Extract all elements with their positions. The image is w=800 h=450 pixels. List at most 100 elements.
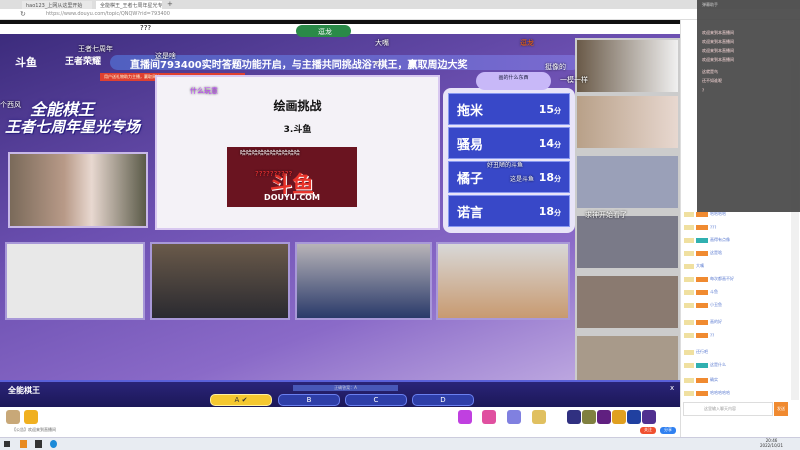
player-webcam xyxy=(436,242,570,320)
gift-icon[interactable] xyxy=(582,410,596,424)
gift-icon[interactable] xyxy=(532,410,546,424)
overlay-row: 还不如谁呢 xyxy=(702,78,722,83)
option-b-button[interactable]: B xyxy=(278,394,340,406)
chat-message: 画的好 xyxy=(684,318,784,326)
option-d-button[interactable]: D xyxy=(412,394,474,406)
chat-input[interactable]: 这里输入聊天内容 xyxy=(683,402,773,416)
overlay-row: ? xyxy=(702,88,705,93)
chat-message: 大嘴 xyxy=(684,262,784,270)
overlay-row: 欢迎来到本直播间 xyxy=(702,48,734,53)
app-icon[interactable] xyxy=(20,440,27,448)
danmaku: 哈哈哈哈哈哈哈哈哈哈 xyxy=(240,150,301,157)
douyu-image-domain: DOUYU.COM xyxy=(264,193,320,202)
gift-icon[interactable] xyxy=(24,410,38,424)
danmaku: 好丑陋的斗鱼 xyxy=(487,162,524,169)
side-webcams xyxy=(575,38,680,380)
chat-message: 画得有点像 xyxy=(684,236,784,244)
taskbar-clock[interactable]: 20:46 2022/10/21 xyxy=(760,438,783,448)
side-webcam xyxy=(577,156,678,208)
new-tab-icon[interactable]: + xyxy=(167,0,173,8)
player-webcam-whiteboard xyxy=(5,242,145,320)
video-stream[interactable]: 逗龙 斗鱼 王者荣耀 王者七周年 直播间793400实时答题功能开启，与主播共同… xyxy=(0,24,680,380)
danmaku: 这是啥 xyxy=(155,52,176,60)
danmaku: 大嘴 xyxy=(375,39,389,47)
notice-text: 【公告】欢迎来到直播间 xyxy=(12,427,56,432)
chat-message: 小丑鱼 xyxy=(684,301,784,309)
overlay-row: 欢迎来到本直播间 xyxy=(702,57,734,62)
chat-message: 确实 xyxy=(684,376,784,384)
side-webcam xyxy=(577,336,678,380)
option-label: A xyxy=(234,396,240,404)
url-text[interactable]: https://www.douyu.com/topic/QNQW?rid=793… xyxy=(46,11,170,17)
side-webcam xyxy=(577,216,678,268)
danmaku: ??? xyxy=(140,24,152,32)
player-score: 18 xyxy=(538,204,554,218)
close-quiz-button[interactable]: x xyxy=(670,384,674,392)
reload-icon[interactable]: ↻ xyxy=(20,10,26,18)
player-score: 15 xyxy=(538,102,554,116)
start-icon[interactable] xyxy=(4,441,10,447)
gift-icon[interactable] xyxy=(567,410,581,424)
tab-douyu[interactable]: 全能棋王_王者七周年星光专场 xyxy=(96,1,162,9)
overlay-row: 欢迎来到本直播间 xyxy=(702,39,734,44)
player-name: 拖米 xyxy=(457,103,484,119)
score-row: 诺言 18分 xyxy=(448,195,570,227)
quiz-panel: 全能棋王 正确答案：A A ✔ B C D x xyxy=(0,380,680,407)
chat-message: 这是什么 xyxy=(684,361,784,369)
overlay-row: 这就是鸟 xyxy=(702,69,718,74)
board-question: 3.斗鱼 xyxy=(283,125,312,135)
player-name: 诺言 xyxy=(457,205,484,221)
anniv-label: 王者七周年 xyxy=(78,45,113,53)
gift-icon[interactable] xyxy=(458,410,472,424)
gift-icon[interactable] xyxy=(6,410,20,424)
chat-message: 还行吧 xyxy=(684,348,784,356)
chat-message: ?? xyxy=(684,331,784,339)
scoreboard-caption: 画的什么东西 xyxy=(476,72,551,90)
danmaku: 求神开始看了 xyxy=(585,211,627,219)
score-row: 骚易 14分 xyxy=(448,127,570,159)
host-webcam xyxy=(8,152,148,228)
danmaku: 个西风 xyxy=(0,101,21,109)
gift-icon[interactable] xyxy=(482,410,496,424)
send-button[interactable]: 发送 xyxy=(774,402,788,416)
player-webcam xyxy=(295,242,432,320)
overlay-title: 弹幕助手 xyxy=(702,2,718,7)
tab-hao123[interactable]: hao123_上网从这里开始 xyxy=(22,1,92,9)
side-webcam xyxy=(577,96,678,148)
score-unit: 分 xyxy=(554,208,561,217)
gift-icon[interactable] xyxy=(627,410,641,424)
danmaku: 一模一样 xyxy=(560,76,588,84)
option-c-button[interactable]: C xyxy=(345,394,407,406)
gift-icon[interactable] xyxy=(612,410,626,424)
quiz-hint: 正确答案：A xyxy=(293,385,398,391)
option-a-button[interactable]: A ✔ xyxy=(210,394,272,406)
score-unit: 分 xyxy=(554,106,561,115)
edge-icon[interactable] xyxy=(50,440,57,448)
player-score: 14 xyxy=(538,136,554,150)
share-button[interactable]: 分享 xyxy=(660,427,676,434)
danmaku: ? xyxy=(375,60,379,68)
score-row: 拖米 15分 xyxy=(448,93,570,125)
danmaku-assistant-overlay: 弹幕助手 欢迎来到本直播间 欢迎来到本直播间 欢迎来到本直播间 欢迎来到本直播间… xyxy=(697,0,800,212)
gift-icon[interactable] xyxy=(597,410,611,424)
chat-message: 每次都画不好 xyxy=(684,275,784,283)
gift-icon[interactable] xyxy=(642,410,656,424)
danmaku: 挺像的 xyxy=(545,63,566,71)
event-subtitle: 王者七周年星光专场 xyxy=(5,118,141,136)
honor-of-kings-logo: 王者荣耀 xyxy=(65,57,102,67)
danmaku: 这是斗鱼 xyxy=(510,176,535,183)
app-icon[interactable] xyxy=(35,440,42,448)
player-score: 18 xyxy=(538,170,554,184)
chat-message: 这是啥 xyxy=(684,249,784,257)
gift-icon[interactable] xyxy=(507,410,521,424)
announcement-banner: 直播间793400实时答题功能开启，与主播共同挑战浴?棋王，赢取周边大奖 xyxy=(110,55,580,71)
danmaku: ?????????? xyxy=(255,170,293,178)
danmaku: 什么玩意 xyxy=(190,87,218,95)
score-unit: 分 xyxy=(554,140,561,149)
follow-button[interactable]: 关注 xyxy=(640,427,656,434)
side-webcam xyxy=(577,276,678,328)
chat-message: ??? xyxy=(684,223,784,231)
douyu-logo: 斗鱼 xyxy=(15,56,37,69)
gift-bar: 【公告】欢迎来到直播间 关注 分享 xyxy=(0,407,680,437)
taskbar xyxy=(0,437,800,450)
